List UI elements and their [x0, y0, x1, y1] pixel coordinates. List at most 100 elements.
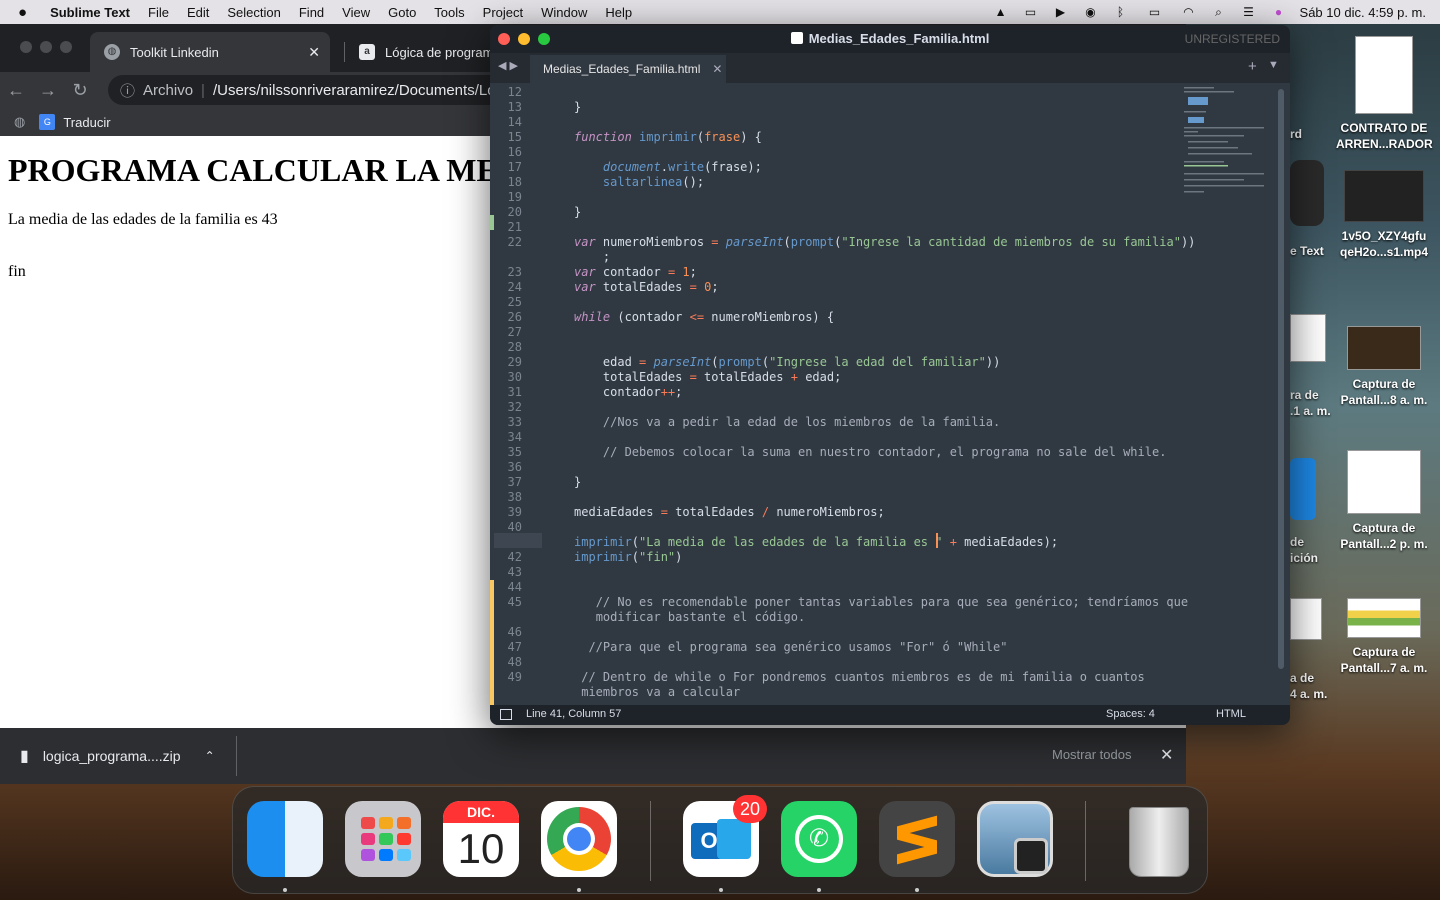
apple-menu-icon[interactable]: ● [0, 4, 41, 21]
close-window-button[interactable] [498, 33, 510, 45]
editor-tab[interactable]: Medias_Edades_Familia.html ✕ [530, 55, 726, 83]
control-center-icon[interactable]: ☰ [1240, 5, 1258, 19]
menu-selection[interactable]: Selection [218, 5, 289, 20]
line-number: 20 [507, 205, 522, 219]
close-icon[interactable]: ✕ [1160, 745, 1173, 765]
menu-clock[interactable]: Sáb 10 dic. 4:59 p. m. [1300, 5, 1426, 20]
menu-app-name[interactable]: Sublime Text [41, 5, 139, 20]
bookmark-translate[interactable]: G Traducir [39, 114, 111, 130]
reload-icon[interactable]: ↻ [64, 80, 96, 101]
trash-icon[interactable] [1119, 801, 1195, 877]
preview-icon[interactable] [977, 801, 1053, 877]
chevron-up-icon[interactable]: ⌃ [205, 749, 215, 763]
sublime-text-icon[interactable] [879, 801, 955, 877]
download-item[interactable]: ▮ logica_programa....zip ⌃ [20, 746, 215, 766]
minimap[interactable] [1184, 85, 1274, 195]
diff-added-marker [490, 215, 494, 230]
new-tab-icon[interactable]: + [1248, 58, 1257, 75]
minimize-window-button[interactable] [40, 41, 52, 53]
image-partial-thumbnail[interactable] [1290, 598, 1322, 640]
menu-find[interactable]: Find [290, 5, 333, 20]
line-number: 33 [507, 415, 522, 429]
indentation-setting[interactable]: Spaces: 4 [1106, 708, 1155, 720]
address-scheme: Archivo [143, 81, 194, 99]
desktop-file-partial[interactable]: a de 4 a. m. [1290, 670, 1330, 702]
syntax-selector[interactable]: HTML [1216, 708, 1246, 720]
code-line: ; [574, 250, 611, 264]
menu-window[interactable]: Window [532, 5, 596, 20]
folder-partial-icon[interactable] [1290, 458, 1316, 520]
desktop-file-capture-3[interactable]: Captura de Pantall...7 a. m. [1336, 598, 1432, 676]
line-number: 47 [507, 640, 522, 654]
menu-help[interactable]: Help [596, 5, 641, 20]
tab-nav-arrows-icon[interactable]: ◀ ▶ [498, 59, 518, 72]
desktop-file-partial[interactable]: ra de .1 a. m. [1290, 387, 1331, 419]
code-line: function imprimir(frase) { [574, 130, 762, 144]
whatsapp-icon[interactable]: ✆ [781, 801, 857, 877]
zoom-window-button[interactable] [538, 33, 550, 45]
minimize-window-button[interactable] [518, 33, 530, 45]
spotlight-search-icon[interactable]: ⌕ [1210, 5, 1228, 19]
line-number: 45 [507, 595, 522, 609]
sublime-window: Medias_Edades_Familia.html UNREGISTERED … [490, 25, 1290, 725]
airdrop-icon[interactable]: ◉ [1082, 5, 1100, 19]
siri-icon[interactable]: ● [1270, 5, 1288, 19]
code-line: // Debemos colocar la suma en nuestro co… [602, 445, 1167, 459]
document-thumbnail [1355, 36, 1413, 114]
display-icon[interactable]: ▭ [1022, 5, 1040, 19]
line-number: 43 [507, 565, 522, 579]
show-all-button[interactable]: Mostrar todos [1052, 747, 1131, 762]
sidebar-toggle-icon[interactable] [500, 709, 512, 720]
zoom-window-button[interactable] [60, 41, 72, 53]
desktop-file-capture-1[interactable]: Captura de Pantall...8 a. m. [1336, 326, 1432, 408]
vertical-scrollbar[interactable] [1278, 89, 1284, 669]
info-icon[interactable]: ⓘ [120, 80, 135, 101]
battery-icon[interactable]: ▭ [1142, 5, 1168, 19]
tab-toolkit-linkedin[interactable]: ◍ Toolkit Linkedin ✕ [90, 32, 330, 72]
desktop-file-label: CONTRATO DE ARREN...RADOR [1336, 121, 1433, 151]
close-tab-icon[interactable]: ✕ [712, 62, 722, 76]
line-number: 13 [507, 100, 522, 114]
desktop-file-partial[interactable]: de ición [1290, 534, 1330, 566]
dock-divider [650, 801, 651, 881]
back-arrow-icon[interactable]: ← [0, 80, 32, 101]
menu-goto[interactable]: Goto [379, 5, 425, 20]
line-number: 34 [507, 430, 522, 444]
desktop-file-contrato[interactable]: CONTRATO DE ARREN...RADOR [1336, 36, 1433, 152]
desktop-file-capture-2[interactable]: Captura de Pantall...2 p. m. [1336, 450, 1432, 552]
tab-divider [344, 42, 345, 62]
wifi-icon[interactable]: ◠ [1180, 5, 1198, 19]
menu-view[interactable]: View [333, 5, 379, 20]
menu-edit[interactable]: Edit [178, 5, 218, 20]
play-icon[interactable]: ▶ [1052, 5, 1070, 19]
code-line: miembros va a calcular [581, 685, 741, 699]
forward-arrow-icon[interactable]: → [32, 80, 64, 101]
desktop-file-video[interactable]: 1v5O_XZY4gfu qeH2o...s1.mp4 [1336, 170, 1432, 260]
finder-icon[interactable] [247, 801, 323, 877]
apps-globe-icon[interactable]: ◍ [14, 114, 25, 130]
desktop-file-partial[interactable]: e Text [1290, 243, 1330, 259]
close-window-button[interactable] [20, 41, 32, 53]
bluetooth-icon[interactable]: ᛒ [1112, 5, 1130, 19]
line-number: 31 [507, 385, 522, 399]
desktop-file-label: Captura de Pantall...2 p. m. [1340, 521, 1428, 551]
launchpad-icon[interactable] [345, 801, 421, 877]
menu-tools[interactable]: Tools [425, 5, 473, 20]
warning-icon[interactable]: ▲ [992, 5, 1010, 19]
code-line: var totalEdades = 0; [574, 280, 719, 294]
menu-file[interactable]: File [139, 5, 178, 20]
unregistered-label: UNREGISTERED [1184, 32, 1280, 46]
code-editor[interactable]: } function imprimir(frase) { document.wri… [546, 83, 1266, 705]
chrome-icon[interactable] [541, 801, 617, 877]
tab-list-icon[interactable]: ▼ [1268, 59, 1279, 71]
desktop-file-partial[interactable]: rd [1290, 126, 1330, 142]
google-translate-icon: G [39, 114, 56, 130]
menu-project[interactable]: Project [474, 5, 532, 20]
line-number: 17 [507, 160, 522, 174]
close-tab-icon[interactable]: ✕ [308, 44, 320, 61]
image-partial-thumbnail[interactable] [1290, 314, 1326, 362]
html-file-icon [790, 32, 803, 44]
sublime-app-partial-icon[interactable] [1290, 160, 1324, 226]
calendar-icon[interactable]: DIC. 10 [443, 801, 519, 877]
bookmark-label: Traducir [63, 114, 111, 130]
